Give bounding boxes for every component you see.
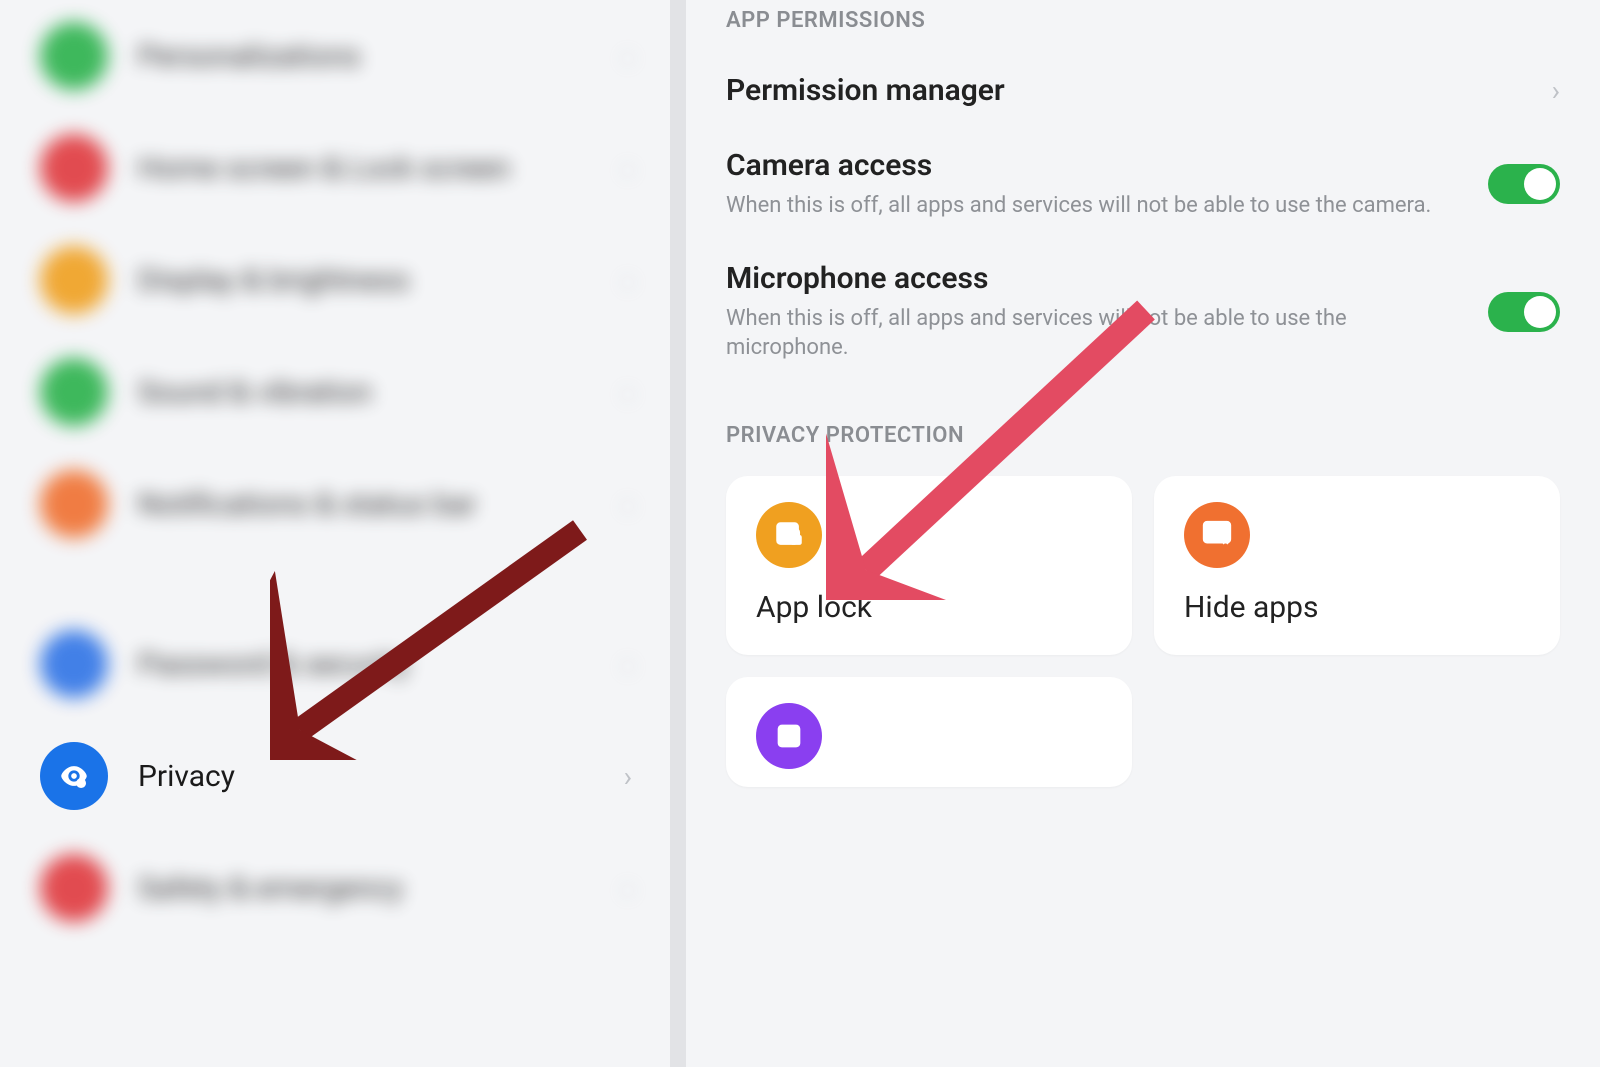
camera-access-toggle[interactable] [1488,164,1560,204]
section-header-app-permissions: APP PERMISSIONS [726,8,1560,33]
chevron-right-icon: › [1552,74,1560,107]
app-lock-icon [756,502,822,568]
card-hide-apps[interactable]: Hide apps [1154,476,1560,655]
row-microphone-access: Microphone access When this is off, all … [726,241,1560,383]
settings-row-sound[interactable]: Sound & vibration › [40,336,652,448]
password-icon [40,630,108,698]
settings-row-notifications[interactable]: Notifications & status bar › [40,448,652,560]
safety-icon [40,854,108,922]
display-icon [40,246,108,314]
settings-row-display[interactable]: Display & brightness › [40,224,652,336]
private-safe-icon [756,703,822,769]
chevron-right-icon: › [624,872,652,905]
settings-row-privacy[interactable]: Privacy › [40,720,652,832]
hide-apps-icon [1184,502,1250,568]
card-label: App lock [756,590,1102,625]
privacy-icon [40,742,108,810]
row-label: Privacy [138,759,624,794]
row-label: Sound & vibration [138,375,624,410]
card-label: Hide apps [1184,590,1530,625]
row-label: Safety & emergency [138,871,624,906]
chevron-right-icon: › [624,488,652,521]
row-label: Display & brightness [138,263,624,298]
settings-row-homescreen[interactable]: Home screen & Lock screen › [40,112,652,224]
row-permission-manager[interactable]: Permission manager › [726,53,1560,128]
chevron-right-icon: › [624,760,652,793]
chevron-right-icon: › [624,40,652,73]
permission-manager-label: Permission manager [726,73,1522,108]
personalizations-icon [40,22,108,90]
row-label: Home screen & Lock screen [138,151,624,186]
privacy-panel: APP PERMISSIONS Permission manager › Cam… [686,0,1600,1067]
camera-access-title: Camera access [726,148,1458,183]
sound-icon [40,358,108,426]
settings-row-password[interactable]: Password & security › [40,608,652,720]
section-header-privacy-protection: PRIVACY PROTECTION [726,423,1560,448]
chevron-right-icon: › [624,648,652,681]
homescreen-icon [40,134,108,202]
microphone-access-sub: When this is off, all apps and services … [726,304,1458,363]
camera-access-sub: When this is off, all apps and services … [726,191,1458,221]
settings-row-personalizations[interactable]: Personalizations › [40,0,652,112]
row-label: Password & security [138,647,624,682]
settings-list-panel: Personalizations › Home screen & Lock sc… [0,0,670,1067]
chevron-right-icon: › [624,152,652,185]
notifications-icon [40,470,108,538]
chevron-right-icon: › [624,264,652,297]
row-label: Notifications & status bar [138,487,624,522]
chevron-right-icon: › [624,376,652,409]
panel-divider [670,0,686,1067]
card-app-lock[interactable]: App lock [726,476,1132,655]
microphone-access-toggle[interactable] [1488,292,1560,332]
row-camera-access: Camera access When this is off, all apps… [726,128,1560,241]
settings-row-safety[interactable]: Safety & emergency › [40,832,652,944]
microphone-access-title: Microphone access [726,261,1458,296]
card-private-safe[interactable]: Private Safe [726,677,1132,787]
row-label: Personalizations [138,39,624,74]
